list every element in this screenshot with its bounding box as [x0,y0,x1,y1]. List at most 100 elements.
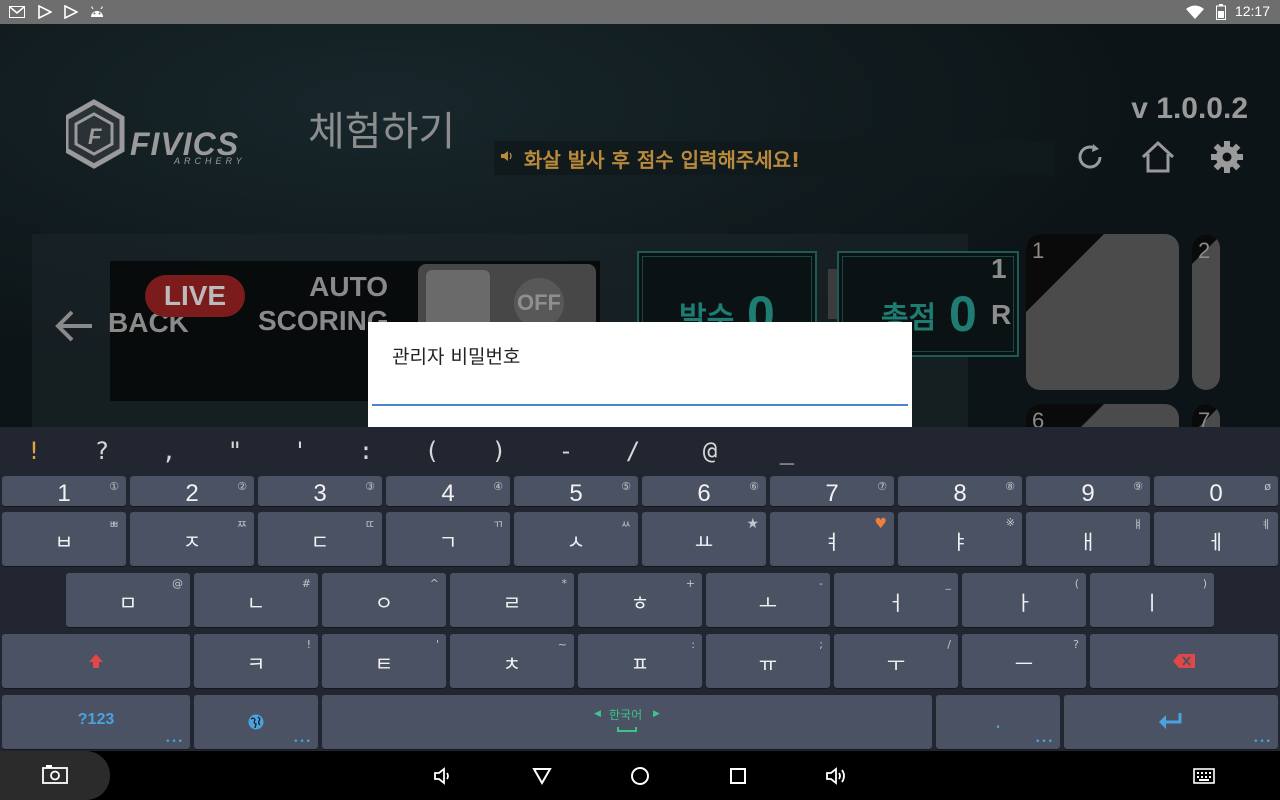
globe-key[interactable]: ••• [194,695,318,749]
key-4[interactable]: 4④ [386,476,510,507]
key-pieup[interactable]: ㅍ: [578,634,702,688]
key-eu[interactable]: ㅡ? [962,634,1086,688]
key-label: ㅌ [374,652,394,676]
speaker-icon [500,150,514,166]
volume-up-icon[interactable] [823,763,849,789]
key-mieum[interactable]: ㅁ @ [66,573,190,627]
key-sublabel: - [819,577,823,590]
version-label: v 1.0.0.2 [1131,92,1248,125]
target-tile-2[interactable]: 2 [1192,234,1220,390]
total-value: 0 [949,286,977,342]
symbol-key[interactable]: ( [412,437,452,465]
key-eo[interactable]: ㅓ _ [834,573,958,627]
symbol-key[interactable]: _ [767,437,807,465]
key-3[interactable]: 3③ [258,476,382,507]
key-0[interactable]: 0ø [1154,476,1278,507]
key-7[interactable]: 7⑦ [770,476,894,507]
symbol-key[interactable]: ? [82,437,122,465]
key-label: ㄷ [310,530,330,554]
recents-icon[interactable] [725,763,751,789]
tile-number: 1 [1032,238,1045,263]
screenshot-button[interactable] [0,751,110,800]
key-label: ㅜ [886,652,906,676]
key-label: 9 [1081,480,1095,507]
symbol-key[interactable]: " [215,437,255,465]
key-sublabel: ) [1202,577,1207,590]
key-9[interactable]: 9⑨ [1026,476,1150,507]
key-kieuk[interactable]: ㅋ! [194,634,318,688]
page-title: 체험하기 [308,109,456,155]
key-1[interactable]: 1① [2,476,126,507]
target-tile-1[interactable]: 1 [1026,234,1179,390]
key-i[interactable]: ㅣ) [1090,573,1214,627]
key-hieut[interactable]: ㅎ + [578,573,702,627]
symbol-key[interactable]: - [546,437,586,465]
symbol-key[interactable]: , [149,437,189,465]
navigation-bar [0,751,1280,800]
space-key[interactable]: ◀ 한국어 ▶ [322,695,932,749]
key-sublabel: ㅃ [108,518,119,531]
symbol-key[interactable]: ! [14,437,54,465]
key-yeo[interactable]: ㅕ ♥ [770,512,894,566]
target-tile-7[interactable]: 7 [1192,404,1220,427]
period-key[interactable]: . ••• [936,695,1060,749]
key-label: ㅐ [1078,530,1098,554]
key-siot[interactable]: ㅅㅆ [514,512,638,566]
symbol-key[interactable]: ) [479,437,519,465]
volume-down-icon[interactable] [430,763,456,789]
shift-icon [88,653,104,673]
tile-number: 7 [1198,408,1211,427]
refresh-icon[interactable] [1070,137,1110,177]
key-label: ㅔ [1206,530,1226,554]
symbol-key[interactable]: @ [690,437,730,465]
key-a[interactable]: ㅏ( [962,573,1086,627]
keyboard-icon[interactable] [1191,763,1217,789]
settings-icon[interactable] [1207,137,1247,177]
key-jieut[interactable]: ㅈㅉ [130,512,254,566]
key-chieut[interactable]: ㅊ ~ [450,634,574,688]
key-sublabel: ~ [557,638,567,651]
symbol-key[interactable]: / [613,437,653,465]
key-bieup[interactable]: ㅂㅃ [2,512,126,566]
key-sublabel: ' [435,638,439,651]
key-ieung[interactable]: ㅇ ^ [322,573,446,627]
symbols-mode-key[interactable]: ?123 ••• [2,695,190,749]
key-yu[interactable]: ㅠ; [706,634,830,688]
key-o[interactable]: ㅗ- [706,573,830,627]
key-ya[interactable]: ㅑ ※ [898,512,1022,566]
key-rieul[interactable]: ㄹ * [450,573,574,627]
symbol-key[interactable]: : [346,437,386,465]
key-5[interactable]: 5⑤ [514,476,638,507]
back-icon[interactable] [529,763,555,789]
battery-icon [1212,4,1230,20]
symbol-key[interactable]: ' [280,437,320,465]
password-input[interactable] [372,372,908,406]
key-6[interactable]: 6⑥ [642,476,766,507]
shift-key[interactable] [2,634,190,688]
key-ae[interactable]: ㅐㅒ [1026,512,1150,566]
key-8[interactable]: 8⑧ [898,476,1022,507]
target-tile-6[interactable]: 6 [1026,404,1179,427]
home-icon[interactable] [627,763,653,789]
key-2[interactable]: 2② [130,476,254,507]
key-label: ㅁ [118,591,138,615]
key-label: ㅇ [374,591,394,615]
key-digeut[interactable]: ㄷㄸ [258,512,382,566]
language-right-chevron: ▶ [653,709,660,719]
screenshot-icon [42,764,68,788]
key-giyeok[interactable]: ㄱㄲ [386,512,510,566]
round-number: 1 [991,253,1007,284]
key-yo[interactable]: ㅛ ★ [642,512,766,566]
key-nieun[interactable]: ㄴ # [194,573,318,627]
home-icon[interactable] [1138,137,1178,177]
key-sublabel: * [561,577,568,590]
key-sublabel: ㅒ [1132,518,1143,531]
back-arrow-icon[interactable] [52,304,96,348]
enter-key[interactable]: ••• [1064,695,1278,749]
enter-icon [1158,712,1184,734]
key-u[interactable]: ㅜ / [834,634,958,688]
tile-number: 2 [1198,238,1211,263]
key-e[interactable]: ㅔㅖ [1154,512,1278,566]
backspace-key[interactable] [1090,634,1278,688]
key-tieut[interactable]: ㅌ ' [322,634,446,688]
